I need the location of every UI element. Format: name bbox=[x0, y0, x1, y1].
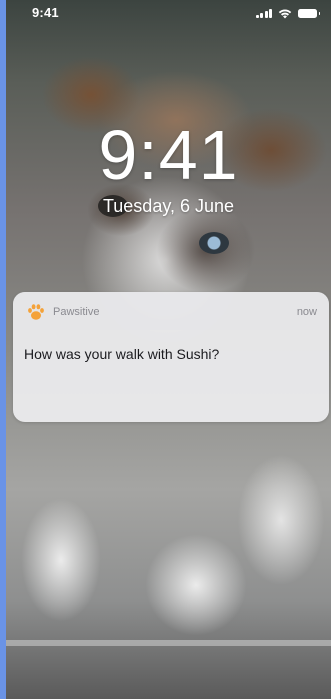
notification-time: now bbox=[296, 306, 317, 318]
battery-icon bbox=[298, 9, 320, 18]
status-bar: 9:41 bbox=[6, 0, 331, 26]
lock-screen: 9:41 9:41 Tuesday, 6 June Pawsitive now … bbox=[6, 0, 331, 699]
notification-card[interactable]: Pawsitive now How was your walk with Sus… bbox=[13, 292, 329, 422]
notification-app-name: Pawsitive bbox=[53, 306, 100, 318]
lock-screen-clock: 9:41 bbox=[98, 116, 239, 194]
notification-message: How was your walk with Sushi? bbox=[24, 346, 220, 362]
lock-screen-date: Tuesday, 6 June bbox=[102, 196, 235, 216]
status-time: 9:41 bbox=[32, 5, 59, 20]
wifi-icon bbox=[278, 9, 292, 19]
status-icons bbox=[255, 8, 320, 19]
cellular-signal-icon bbox=[255, 9, 272, 18]
floor-line bbox=[6, 640, 331, 646]
notification-header: Pawsitive now bbox=[13, 292, 329, 330]
dog-eye-right bbox=[199, 232, 229, 254]
paw-icon bbox=[28, 304, 44, 320]
